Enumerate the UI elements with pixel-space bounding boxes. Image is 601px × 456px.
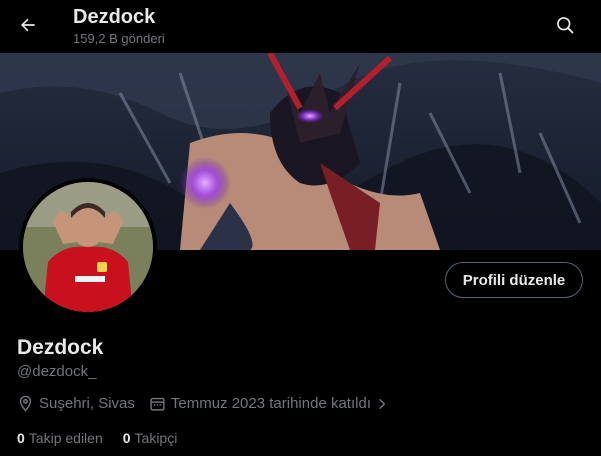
page-title: Dezdock [73, 6, 156, 28]
back-button[interactable] [12, 9, 44, 41]
location-item: Suşehri, Sivas [17, 395, 135, 412]
avatar[interactable] [19, 178, 157, 316]
following-label: Takip edilen [28, 430, 103, 446]
chevron-right-icon [379, 398, 386, 409]
calendar-icon [150, 397, 165, 411]
edit-profile-button[interactable]: Profili düzenle [445, 262, 583, 298]
top-bar: Dezdock 159,2 B gönderi [0, 0, 601, 53]
following-link[interactable]: 0 Takip edilen [17, 430, 103, 446]
follow-stats: 0 Takip edilen 0 Takipçi [17, 430, 197, 446]
followers-link[interactable]: 0 Takipçi [123, 430, 178, 446]
profile-meta: Suşehri, Sivas Temmuz 2023 tarihinde kat… [17, 395, 403, 412]
location-pin-icon [19, 395, 32, 412]
join-date-item[interactable]: Temmuz 2023 tarihinde katıldı [149, 395, 389, 412]
post-count: 159,2 B gönderi [73, 31, 165, 46]
header-title-group: Dezdock 159,2 B gönderi [73, 6, 165, 47]
search-icon [557, 17, 574, 34]
following-count: 0 [17, 430, 25, 446]
avatar-photo [23, 182, 153, 312]
followers-count: 0 [122, 430, 131, 446]
profile-handle: @dezdock_ [17, 363, 97, 380]
back-arrow-icon [21, 18, 35, 32]
location-text: Suşehri, Sivas [39, 395, 135, 412]
search-button[interactable] [549, 9, 581, 41]
profile-display-name: Dezdock [17, 336, 104, 359]
followers-label: Takipçi [134, 430, 178, 446]
join-date-text: Temmuz 2023 tarihinde katıldı [170, 395, 371, 412]
